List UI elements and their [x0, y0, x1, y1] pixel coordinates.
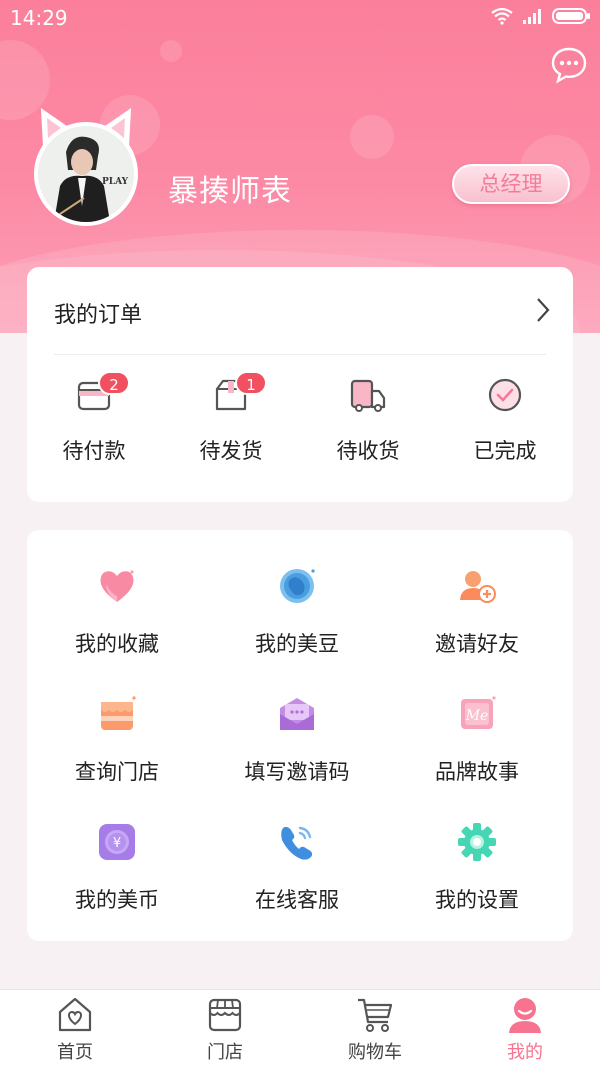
menu-label: 我的设置: [435, 888, 519, 912]
menu-my-beans[interactable]: 我的美豆: [207, 530, 387, 656]
wifi-icon: [491, 7, 513, 25]
order-pending-shipment[interactable]: 1 待发货: [171, 371, 291, 477]
menu-label: 我的收藏: [75, 632, 159, 656]
nav-label: 购物车: [348, 1042, 402, 1063]
menu-label: 查询门店: [75, 760, 159, 784]
avatar-image: PLAY: [34, 122, 138, 226]
menu-label: 我的美豆: [255, 632, 339, 656]
menu-enter-invite-code[interactable]: 填写邀请码: [207, 658, 387, 784]
order-label: 待收货: [336, 439, 400, 463]
menu-find-store[interactable]: 查询门店: [27, 658, 207, 784]
menu-label: 在线客服: [255, 888, 339, 912]
heart-icon: [100, 570, 134, 602]
nav-mine[interactable]: 我的: [450, 990, 600, 1067]
message-icon[interactable]: [550, 46, 588, 84]
battery-icon: [552, 8, 590, 24]
bottom-nav: 首页 门店 购物车 我的: [0, 989, 600, 1067]
status-time: 14:29: [10, 6, 68, 30]
service-menu-card: 我的收藏 我的美豆 邀请好友 查询门店 填写邀请码 Me 品牌故事 ¥ 我的美币…: [27, 530, 573, 941]
nav-label: 门店: [207, 1042, 243, 1063]
menu-brand-story[interactable]: Me 品牌故事: [387, 658, 567, 784]
menu-invite-friends[interactable]: 邀请好友: [387, 530, 567, 656]
envelope-icon: [280, 698, 314, 730]
coin-symbol: ¥: [113, 836, 121, 851]
phone-icon: [281, 826, 313, 860]
chevron-right-icon[interactable]: [535, 297, 551, 323]
gear-icon: [458, 823, 496, 861]
status-icons: [490, 7, 592, 25]
my-orders-title[interactable]: 我的订单: [54, 297, 142, 329]
my-orders-card: 我的订单 2 待付款 1 待发货 待收货 已完成: [27, 267, 573, 502]
truck-icon: [350, 379, 386, 412]
nav-home[interactable]: 首页: [0, 990, 150, 1067]
add-friend-icon: [460, 571, 496, 603]
status-bar: 14:29: [0, 0, 600, 34]
order-completed[interactable]: 已完成: [445, 377, 565, 477]
me-brand-icon: Me: [461, 696, 496, 729]
store-icon: [101, 696, 136, 730]
menu-my-coins[interactable]: ¥ 我的美币: [27, 786, 207, 912]
shop-icon: [208, 998, 242, 1032]
profile-icon: [509, 998, 541, 1033]
menu-label: 邀请好友: [435, 632, 519, 656]
username: 暴揍师表: [168, 174, 292, 209]
coin-icon: ¥: [99, 824, 135, 860]
orders-divider: [54, 354, 546, 355]
bean-icon: [280, 569, 315, 603]
menu-online-service[interactable]: 在线客服: [207, 786, 387, 912]
home-icon: [58, 997, 92, 1032]
menu-my-favorites[interactable]: 我的收藏: [27, 530, 207, 656]
role-badge[interactable]: 总经理: [452, 164, 570, 204]
menu-label: 填写邀请码: [244, 760, 350, 784]
menu-my-settings[interactable]: 我的设置: [387, 786, 567, 912]
nav-label: 我的: [507, 1042, 543, 1063]
order-pending-payment[interactable]: 2 待付款: [34, 371, 154, 477]
order-pending-receipt[interactable]: 待收货: [308, 377, 428, 477]
avatar[interactable]: PLAY: [30, 108, 142, 226]
order-label: 待付款: [62, 439, 126, 463]
nav-cart[interactable]: 购物车: [300, 990, 450, 1067]
order-label: 待发货: [199, 439, 263, 463]
check-circle-icon: [488, 378, 522, 412]
signal-icon: [523, 9, 541, 24]
menu-label: 品牌故事: [435, 760, 519, 784]
avatar-play-text: PLAY: [102, 177, 129, 187]
order-label: 已完成: [473, 439, 537, 463]
nav-store[interactable]: 门店: [150, 990, 300, 1067]
cart-icon: [358, 998, 393, 1032]
order-badge: 2: [98, 371, 130, 395]
me-brand-text: Me: [465, 708, 489, 724]
nav-label: 首页: [57, 1042, 93, 1063]
order-badge: 1: [235, 371, 267, 395]
menu-label: 我的美币: [75, 888, 159, 912]
